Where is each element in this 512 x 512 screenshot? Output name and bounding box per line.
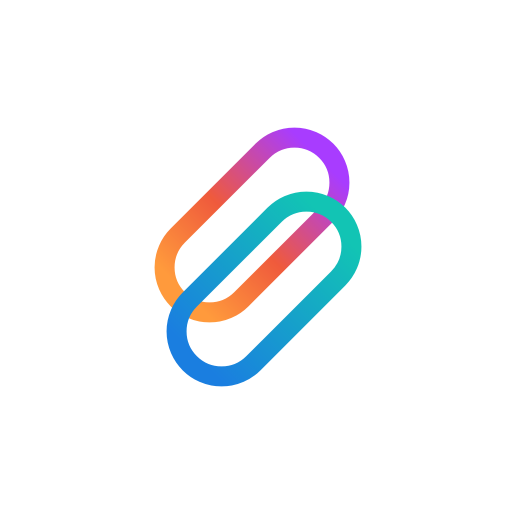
interlocking-links-icon bbox=[154, 127, 362, 387]
app-icon-canvas bbox=[0, 0, 512, 512]
